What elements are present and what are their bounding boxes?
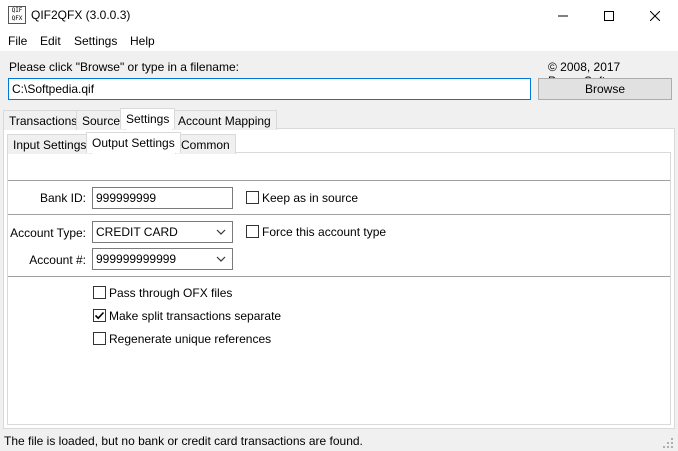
account-type-value: CREDIT CARD [96,225,178,239]
keep-source-checkbox[interactable] [246,191,259,204]
account-number-label: Account #: [29,253,86,267]
separator [8,214,670,215]
minimize-icon [558,15,568,16]
bank-id-label: Bank ID: [39,191,86,205]
maximize-icon [604,10,614,21]
separator [8,276,670,277]
account-type-select[interactable]: CREDIT CARD [92,221,233,243]
status-text: The file is loaded, but no bank or credi… [4,434,363,448]
account-type-label: Account Type: [10,226,86,240]
tab-account-mapping[interactable]: Account Mapping [172,110,277,130]
split-transactions-label[interactable]: Make split transactions separate [109,309,281,323]
force-type-label[interactable]: Force this account type [262,225,386,239]
menu-settings[interactable]: Settings [74,34,117,48]
minimize-button[interactable] [540,0,586,31]
tab-input-settings[interactable]: Input Settings [7,134,93,154]
pass-through-label[interactable]: Pass through OFX files [109,286,232,300]
checkmark-icon [94,311,105,320]
menu-file[interactable]: File [8,34,27,48]
separator [8,180,670,181]
browse-button[interactable]: Browse [538,78,672,100]
split-transactions-checkbox[interactable] [93,309,106,322]
window-title: QIF2QFX (3.0.0.3) [31,8,131,22]
filename-input[interactable] [8,78,531,100]
pass-through-checkbox[interactable] [93,286,106,299]
account-number-value: 999999999999 [96,252,177,266]
tab-source[interactable]: Source [76,110,127,130]
chevron-down-icon [216,229,226,235]
regenerate-references-checkbox[interactable] [93,332,106,345]
regenerate-references-label[interactable]: Regenerate unique references [109,332,271,346]
force-type-checkbox[interactable] [246,225,259,238]
close-icon [650,10,660,21]
tab-output-settings[interactable]: Output Settings [86,132,181,153]
close-button[interactable] [632,0,678,31]
menu-help[interactable]: Help [130,34,155,48]
tab-settings[interactable]: Settings [120,108,176,129]
tab-common[interactable]: Common [175,134,236,154]
bank-id-field[interactable]: 999999999 [92,187,233,209]
resize-grip-icon[interactable] [662,437,674,449]
filename-prompt: Please click "Browse" or type in a filen… [9,60,239,74]
app-icon: QIF QFX [8,6,26,24]
maximize-button[interactable] [586,0,632,31]
keep-source-label[interactable]: Keep as in source [262,191,358,205]
account-number-select[interactable]: 999999999999 [92,248,233,270]
tab-transactions[interactable]: Transactions [3,110,84,130]
chevron-down-icon [216,256,226,262]
menu-edit[interactable]: Edit [40,34,61,48]
